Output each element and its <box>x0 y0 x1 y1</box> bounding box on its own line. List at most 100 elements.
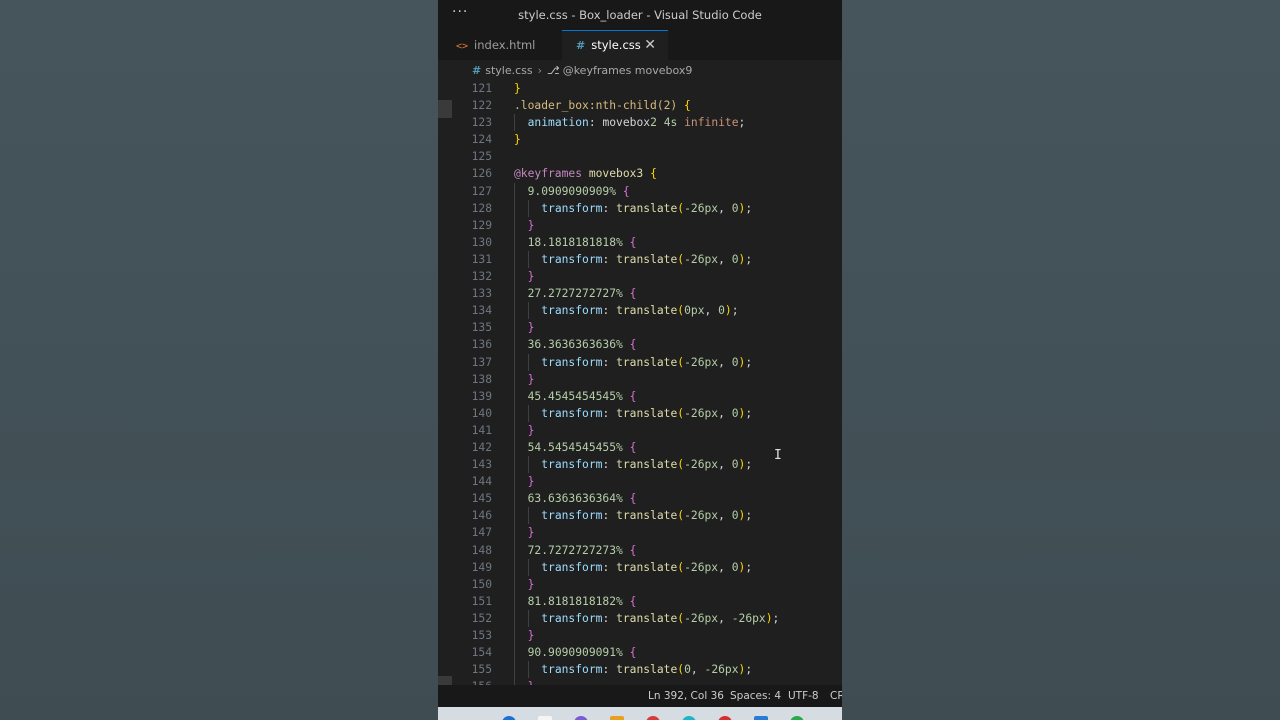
code-text[interactable]: } <box>514 524 535 541</box>
line-number: 155 <box>471 663 492 677</box>
code-text[interactable]: 54.5454545455% { <box>514 439 637 456</box>
code-text[interactable]: 9.0909090909% { <box>514 183 630 200</box>
code-text[interactable]: animation: movebox2 4s infinite; <box>514 114 746 131</box>
folder-icon[interactable] <box>610 716 624 720</box>
line-number: 156 <box>462 678 492 685</box>
tab-label: index.html <box>474 38 536 52</box>
code-line[interactable]: 126 @keyframes movebox3 { <box>438 165 842 182</box>
code-text[interactable]: } <box>514 80 521 97</box>
taskbar <box>438 707 842 720</box>
code-text[interactable]: transform: translate(-26px, 0); <box>514 405 752 422</box>
code-line[interactable]: 151 81.8181818182% { <box>438 592 842 610</box>
code-text[interactable]: } <box>514 576 535 593</box>
code-line[interactable]: 147 } <box>438 524 842 542</box>
code-text[interactable]: } <box>514 319 535 336</box>
code-line[interactable]: 155 transform: translate(0, -26px); <box>438 661 842 679</box>
code-line[interactable]: 141 } <box>438 421 842 439</box>
line-number: 153 <box>471 629 492 642</box>
code-line[interactable]: 154 90.9090909091% { <box>438 644 842 662</box>
close-icon[interactable]: ✕ <box>644 31 656 59</box>
code-line[interactable]: 148 72.7272727273% { <box>438 541 842 559</box>
cursor-position[interactable]: Ln 392, Col 36 <box>648 685 724 707</box>
code-line[interactable]: 140 transform: translate(-26px, 0); <box>438 404 842 422</box>
code-text[interactable]: transform: translate(-26px, 0); <box>514 354 752 371</box>
code-line[interactable]: 128 transform: translate(-26px, 0); <box>438 199 842 217</box>
code-text[interactable]: 81.8181818182% { <box>514 593 637 610</box>
taskbar-app-icon[interactable] <box>718 716 732 720</box>
code-text[interactable]: transform: translate(0px, 0); <box>514 302 738 319</box>
code-text[interactable]: } <box>514 371 535 388</box>
code-line[interactable]: 121} <box>438 80 842 97</box>
code-text[interactable]: .loader_box:nth-child(2) { <box>514 97 691 114</box>
code-text[interactable]: } <box>514 473 535 490</box>
code-text[interactable]: 72.7272727273% { <box>514 542 637 559</box>
code-text[interactable]: } <box>514 678 535 685</box>
code-text[interactable]: transform: translate(0, -26px); <box>514 661 752 678</box>
taskbar-app-icon[interactable] <box>502 716 516 720</box>
breadcrumb-symbol[interactable]: @keyframes movebox9 <box>563 64 693 77</box>
code-text[interactable]: transform: translate(-26px, 0); <box>514 559 752 576</box>
code-text[interactable]: transform: translate(-26px, 0); <box>514 200 752 217</box>
line-number: 145 <box>471 492 492 506</box>
code-text[interactable]: } <box>514 422 535 439</box>
code-text[interactable]: 63.6363636364% { <box>514 490 637 507</box>
code-line[interactable]: 132 } <box>438 268 842 286</box>
code-line[interactable]: 145 63.6363636364% { <box>438 490 842 508</box>
code-text[interactable]: 90.9090909091% { <box>514 644 637 661</box>
code-line[interactable]: 137 transform: translate(-26px, 0); <box>438 353 842 371</box>
code-text[interactable]: 36.3636363636% { <box>514 336 637 353</box>
code-line[interactable]: 127 9.0909090909% { <box>438 182 842 200</box>
end-of-line[interactable]: CR <box>830 685 842 707</box>
editor-tabs: <> index.html # style.css ✕ <box>438 30 842 60</box>
code-line[interactable]: 152 transform: translate(-26px, -26px); <box>438 609 842 627</box>
code-line[interactable]: 123 animation: movebox2 4s infinite; <box>438 114 842 132</box>
tab-style-css[interactable]: # style.css ✕ <box>562 30 668 60</box>
code-line[interactable]: 139 45.4545454545% { <box>438 387 842 405</box>
code-line[interactable]: 133 27.2727272727% { <box>438 285 842 303</box>
line-number: 123 <box>471 116 492 130</box>
code-line[interactable]: 150 } <box>438 575 842 593</box>
code-line[interactable]: 129 } <box>438 216 842 234</box>
code-text[interactable]: } <box>514 627 535 644</box>
code-text[interactable]: 45.4545454545% { <box>514 388 637 405</box>
code-editor[interactable]: 121} 122 .loader_box:nth-child(2) {123 ani… <box>438 80 842 685</box>
code-line[interactable]: 134 transform: translate(0px, 0); <box>438 302 842 320</box>
taskbar-app-icon[interactable] <box>574 716 588 720</box>
code-text[interactable]: transform: translate(-26px, -26px); <box>514 610 779 627</box>
code-text[interactable]: transform: translate(-26px, 0); <box>514 456 752 473</box>
code-line[interactable]: 130 18.1818181818% { <box>438 233 842 251</box>
line-number: 128 <box>471 201 492 215</box>
code-text[interactable]: transform: translate(-26px, 0); <box>514 251 752 268</box>
indentation[interactable]: Spaces: 4 <box>730 685 781 707</box>
taskbar-app-icon[interactable] <box>682 716 696 720</box>
code-text[interactable]: } <box>514 217 535 234</box>
taskbar-app-icon[interactable] <box>646 716 660 720</box>
code-line[interactable]: 122 .loader_box:nth-child(2) { <box>438 97 842 114</box>
taskbar-app-icon[interactable] <box>790 716 804 720</box>
line-number: 147 <box>471 526 492 540</box>
tab-label: style.css <box>591 38 641 52</box>
code-text[interactable]: 18.1818181818% { <box>514 234 637 251</box>
code-line[interactable]: 156 } <box>438 678 842 685</box>
code-line[interactable]: 146 transform: translate(-26px, 0); <box>438 507 842 525</box>
code-line[interactable]: 131 transform: translate(-26px, 0); <box>438 250 842 269</box>
code-line[interactable]: 138 } <box>438 370 842 388</box>
code-text[interactable]: transform: translate(-26px, 0); <box>514 507 752 524</box>
taskbar-app-icon[interactable] <box>538 716 552 720</box>
code-line[interactable]: 144 } <box>438 473 842 491</box>
code-line[interactable]: 153 } <box>438 627 842 645</box>
breadcrumb-file[interactable]: style.css <box>485 64 532 77</box>
code-text[interactable]: } <box>514 268 535 285</box>
code-text[interactable]: } <box>514 131 521 148</box>
code-text[interactable]: 27.2727272727% { <box>514 285 637 302</box>
encoding[interactable]: UTF-8 <box>788 685 819 707</box>
line-number: 126 <box>471 167 492 181</box>
code-line[interactable]: 136 36.3636363636% { <box>438 336 842 354</box>
tab-index-html[interactable]: <> index.html <box>456 30 556 60</box>
code-line[interactable]: 124} <box>438 131 842 148</box>
code-line[interactable]: 149 transform: translate(-26px, 0); <box>438 558 842 576</box>
code-line[interactable]: 135 } <box>438 319 842 337</box>
vscode-icon[interactable] <box>754 716 768 720</box>
code-line[interactable]: 125 <box>438 148 842 165</box>
code-text[interactable]: @keyframes movebox3 { <box>514 165 657 182</box>
